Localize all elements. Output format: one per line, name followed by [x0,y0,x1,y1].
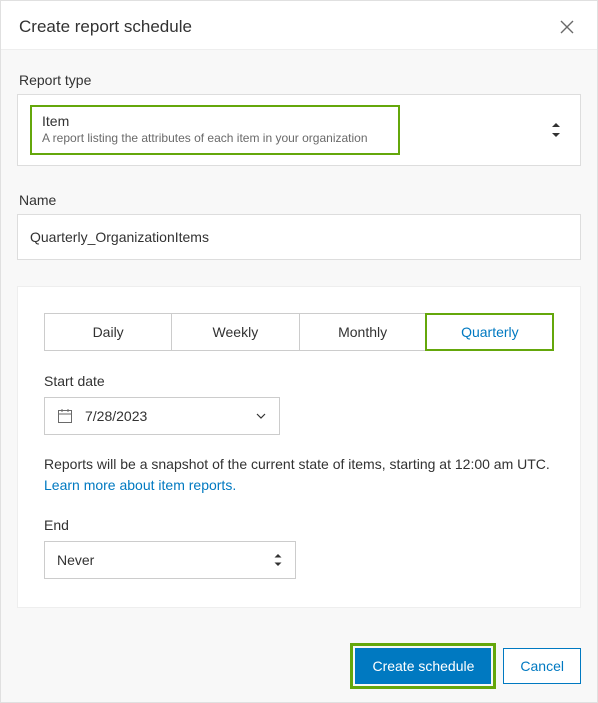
end-select[interactable]: Never [44,541,296,579]
select-sort-icon [273,553,283,567]
learn-more-link[interactable]: Learn more about item reports. [44,477,236,493]
select-sort-icon [550,122,562,138]
modal-body: Report type Item A report listing the at… [1,50,597,630]
snapshot-info-text: Reports will be a snapshot of the curren… [44,455,554,475]
end-label: End [44,517,554,533]
calendar-icon [57,408,73,424]
report-type-label: Report type [19,72,581,88]
start-date-label: Start date [44,373,554,389]
frequency-tabs: Daily Weekly Monthly Quarterly [44,313,554,351]
name-input[interactable] [17,214,581,260]
close-button[interactable] [555,15,579,39]
tab-daily[interactable]: Daily [45,314,171,350]
schedule-panel: Daily Weekly Monthly Quarterly Start dat… [17,286,581,608]
end-value: Never [57,552,94,568]
modal-title: Create report schedule [19,17,192,37]
tab-monthly[interactable]: Monthly [299,314,426,350]
report-type-selected-highlight: Item A report listing the attributes of … [30,105,400,155]
start-date-value: 7/28/2023 [85,408,147,424]
close-icon [559,19,575,35]
chevron-down-icon [255,410,267,422]
report-type-selected-description: A report listing the attributes of each … [42,131,388,145]
modal-footer: Create schedule Cancel [1,630,597,702]
modal-header: Create report schedule [1,1,597,50]
tab-weekly[interactable]: Weekly [171,314,298,350]
create-schedule-button[interactable]: Create schedule [355,648,491,684]
start-date-picker[interactable]: 7/28/2023 [44,397,280,435]
name-label: Name [19,192,581,208]
report-type-select[interactable]: Item A report listing the attributes of … [17,94,581,166]
create-report-schedule-modal: Create report schedule Report type Item … [0,0,598,703]
report-type-selected-title: Item [42,113,388,129]
tab-quarterly[interactable]: Quarterly [426,314,553,350]
cancel-button[interactable]: Cancel [503,648,581,684]
